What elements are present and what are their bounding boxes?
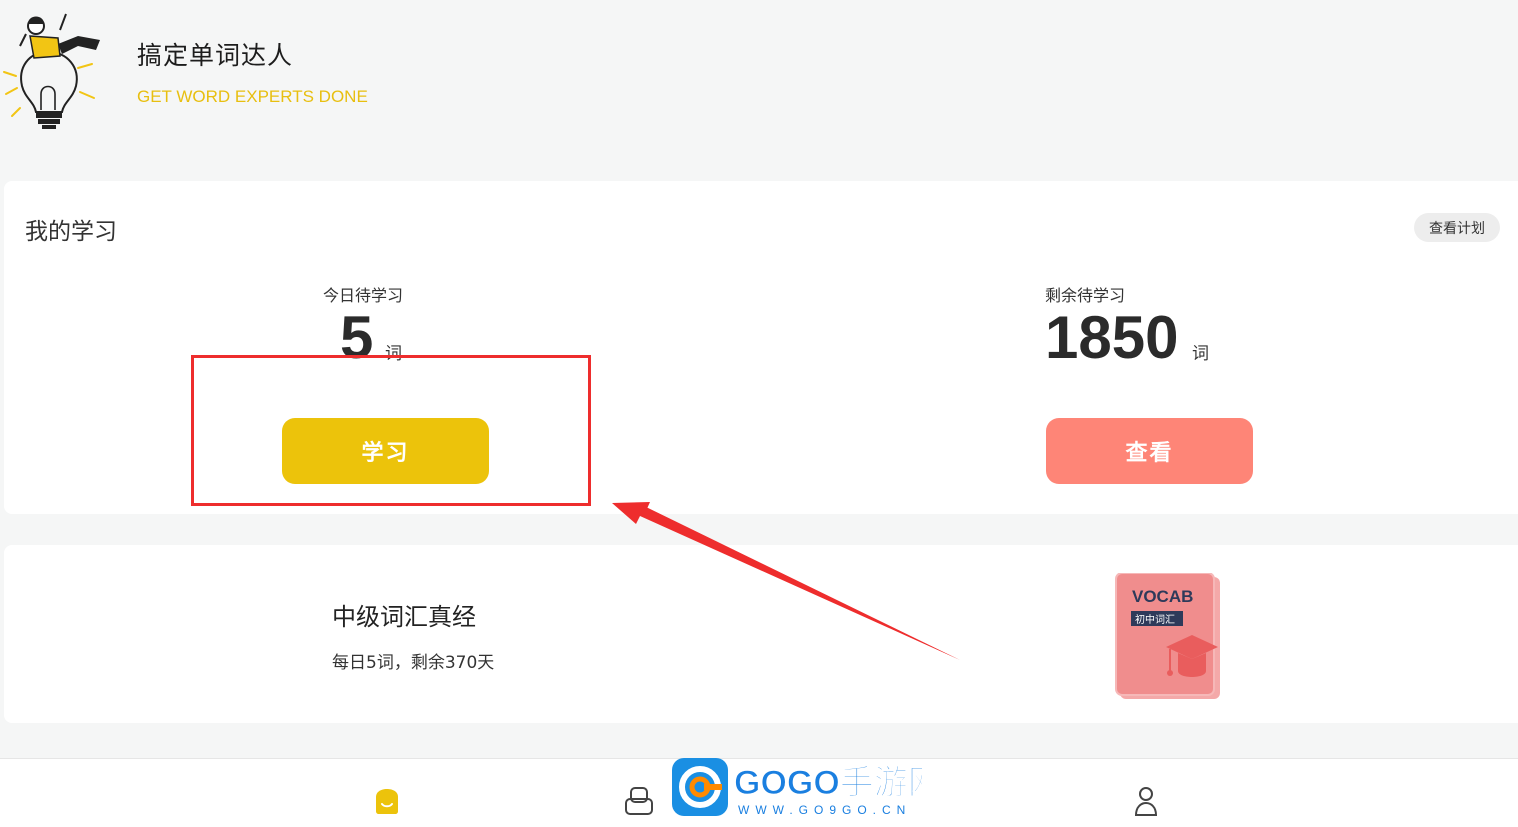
nav-word-list[interactable] [619,781,659,821]
app-subtitle: GET WORD EXPERTS DONE [137,87,368,106]
remaining-pending-count: 1850 [1045,304,1179,371]
watermark-logo: GOGO手游网 WWW.GO9GO.CN [670,756,942,822]
app-logo [0,6,110,132]
profile-icon [1134,787,1158,816]
annotation-highlight-box [191,355,591,506]
view-button[interactable]: 查看 [1046,418,1253,484]
section-title: 我的学习 [25,219,117,245]
nav-profile[interactable] [1126,781,1166,821]
remaining-pending-unit: 词 [1192,344,1209,364]
book-cover-title: VOCAB [1132,587,1193,606]
remaining-pending-label: 剩余待学习 [1045,286,1126,305]
watermark-url: WWW.GO9GO.CN [738,803,911,817]
nav-home[interactable] [367,781,407,821]
word-list-icon [625,787,653,815]
today-pending-label: 今日待学习 [323,286,404,305]
book-cover-subtitle: 初中词汇 [1135,613,1175,626]
view-plan-button[interactable]: 查看计划 [1414,213,1500,242]
book-title: 中级词汇真经 [332,603,476,631]
book-progress-info: 每日5词，剩余370天 [332,653,495,673]
vocab-book-card[interactable]: 中级词汇真经 每日5词，剩余370天 VOCAB 初中词汇 [4,545,1518,723]
watermark-brand: GOGO手游网 [734,764,922,802]
book-cover[interactable]: VOCAB 初中词汇 [1114,572,1224,701]
app-title: 搞定单词达人 [137,41,294,70]
home-icon [376,789,398,814]
